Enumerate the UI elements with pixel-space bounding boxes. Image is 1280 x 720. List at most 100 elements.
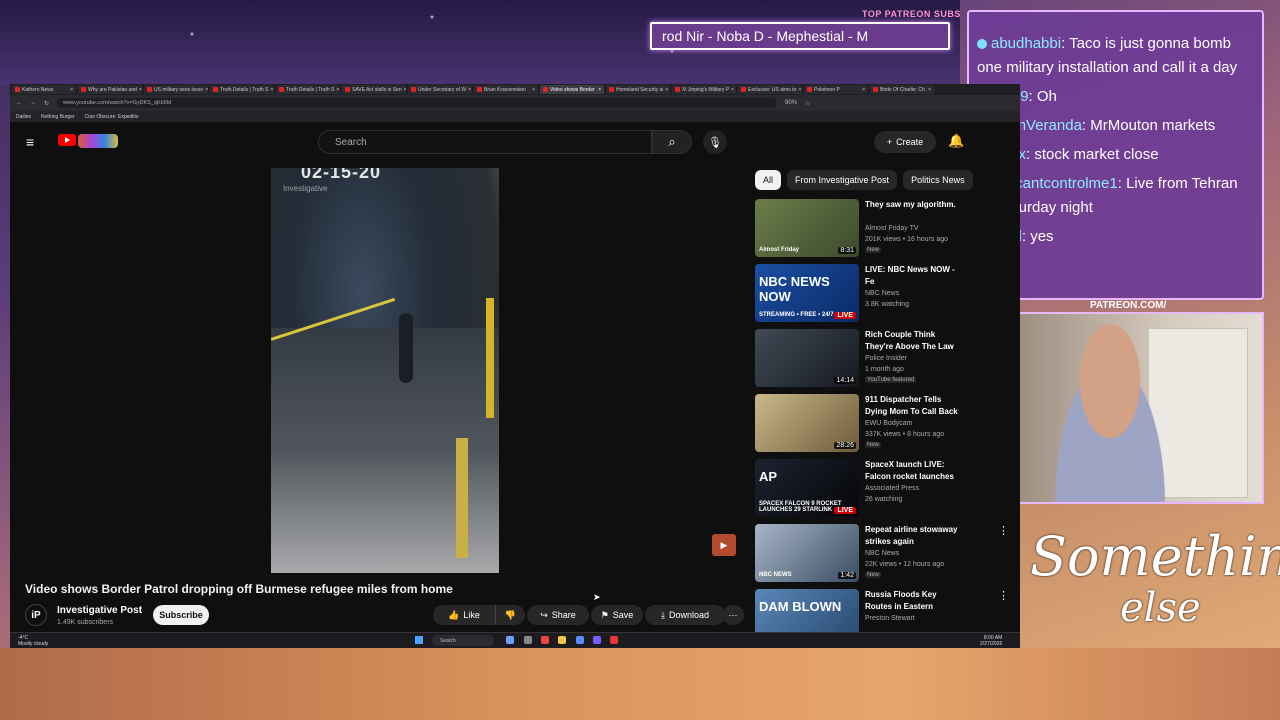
new-badge: YouTube featured bbox=[865, 377, 917, 383]
recommended-channel[interactable]: EWU Bodycam bbox=[865, 420, 912, 427]
url-field[interactable]: www.youtube.com/watch?v=GyDKS_qKb5M bbox=[57, 98, 778, 108]
close-icon[interactable]: × bbox=[731, 87, 734, 93]
recommended-title[interactable]: Rich Couple Think They're Above The Law bbox=[865, 329, 960, 353]
app-icon-2[interactable] bbox=[576, 636, 584, 644]
close-icon[interactable]: × bbox=[70, 87, 73, 93]
bookmark-item[interactable]: Ciao Obscure: Expeditio bbox=[85, 114, 139, 120]
video-thumbnail[interactable]: 14:14 bbox=[755, 329, 859, 387]
close-icon[interactable]: × bbox=[532, 87, 535, 93]
close-icon[interactable]: × bbox=[139, 87, 142, 93]
more-options-icon[interactable]: ⋮ bbox=[998, 589, 1009, 602]
video-thumbnail[interactable]: AP SPACEX FALCON 9 ROCKET LAUNCHES 29 STA… bbox=[755, 459, 859, 517]
start-icon[interactable] bbox=[415, 636, 423, 644]
recommended-channel[interactable]: Almost Friday TV bbox=[865, 225, 919, 232]
back-icon[interactable]: ← bbox=[16, 100, 22, 106]
forward-icon[interactable]: → bbox=[30, 100, 36, 106]
recommended-video[interactable]: 28:26 911 Dispatcher Tells Dying Mom To C… bbox=[755, 394, 960, 456]
zoom-level[interactable]: 90% bbox=[785, 100, 797, 106]
more-options-icon[interactable]: ⋮ bbox=[998, 524, 1009, 537]
app-icon-1[interactable] bbox=[524, 636, 532, 644]
close-icon[interactable]: × bbox=[468, 87, 471, 93]
recommended-title[interactable]: They saw my algorithm. bbox=[865, 199, 960, 211]
recommended-title[interactable]: 911 Dispatcher Tells Dying Mom To Call B… bbox=[865, 394, 960, 418]
close-icon[interactable]: × bbox=[404, 87, 406, 93]
recommended-title[interactable]: Repeat airline stowaway strikes again bbox=[865, 524, 960, 548]
recommended-video[interactable]: NBC NEWS 1:42 Repeat airline stowaway stri… bbox=[755, 524, 1009, 586]
share-button[interactable]: ↪ Share bbox=[527, 605, 589, 625]
browser-tab[interactable]: Xi Jinping's Military P × bbox=[672, 85, 736, 94]
weather-widget[interactable]: -4°C Mostly cloudy bbox=[18, 635, 48, 647]
search-input[interactable]: Search bbox=[318, 130, 652, 154]
taskbar-search[interactable]: Search bbox=[432, 635, 494, 646]
recommended-video[interactable]: NBC NEWS NOW STREAMING • FREE • 24/7 LIVE L… bbox=[755, 264, 960, 326]
recommended-video[interactable]: 14:14 Rich Couple Think They're Above The… bbox=[755, 329, 960, 391]
menu-icon[interactable]: ≡ bbox=[26, 135, 38, 149]
create-button[interactable]: + Create bbox=[874, 131, 936, 153]
browser-tab[interactable]: Bride Of Charlie: Ch × bbox=[870, 85, 934, 94]
close-icon[interactable]: × bbox=[665, 87, 668, 93]
youtube-doodle[interactable] bbox=[78, 134, 118, 148]
file-explorer-icon[interactable] bbox=[558, 636, 566, 644]
video-duration: 1:42 bbox=[838, 572, 856, 579]
task-view-icon[interactable] bbox=[506, 636, 514, 644]
browser-tab[interactable]: Exclusive: US aims to × bbox=[738, 85, 802, 94]
browser-tab[interactable]: Under Secretary of W × bbox=[408, 85, 472, 94]
reload-icon[interactable]: ↻ bbox=[44, 100, 49, 107]
bell-icon[interactable]: 🔔 bbox=[948, 133, 964, 149]
browser-tab[interactable]: Video shows Border × bbox=[540, 85, 604, 94]
bookmark-item[interactable]: Dailies bbox=[16, 114, 31, 120]
video-thumbnail[interactable]: NBC NEWS 1:42 bbox=[755, 524, 859, 582]
channel-name[interactable]: Investigative Post bbox=[57, 605, 142, 616]
like-button[interactable]: 👍 Like bbox=[433, 605, 495, 625]
browser-tab[interactable]: Kathern News × bbox=[12, 85, 76, 94]
search-icon[interactable]: ⌕ bbox=[652, 130, 692, 154]
filter-chip[interactable]: From Investigative Post bbox=[787, 170, 898, 190]
recommended-video[interactable]: AP SPACEX FALCON 9 ROCKET LAUNCHES 29 STA… bbox=[755, 459, 960, 521]
bookmark-item[interactable]: Nothing Burger bbox=[41, 114, 75, 120]
bookmark-star-icon[interactable]: ☆ bbox=[805, 100, 810, 107]
video-thumbnail[interactable]: Almost Friday 8:31 bbox=[755, 199, 859, 257]
video-thumbnail[interactable]: 28:26 bbox=[755, 394, 859, 452]
youtube-logo-icon[interactable] bbox=[58, 134, 76, 146]
recommended-title[interactable]: Russia Floods Key Routes in Eastern Ukra… bbox=[865, 589, 960, 613]
recommended-channel[interactable]: Associated Press bbox=[865, 485, 919, 492]
recommended-title[interactable]: LIVE: NBC News NOW - Fe bbox=[865, 264, 960, 288]
recommended-channel[interactable]: NBC News bbox=[865, 290, 899, 297]
dislike-button[interactable]: 👎 bbox=[495, 605, 525, 625]
close-icon[interactable]: × bbox=[336, 87, 339, 93]
system-clock[interactable]: 8:00 AM 2/27/2026 bbox=[980, 635, 1002, 647]
close-icon[interactable]: × bbox=[598, 87, 601, 93]
app-icon-3[interactable] bbox=[610, 636, 618, 644]
recommended-channel[interactable]: Police Insider bbox=[865, 355, 907, 362]
browser-tab[interactable]: Pokémon P × bbox=[804, 85, 868, 94]
channel-avatar[interactable]: iP bbox=[25, 604, 47, 626]
browser-tab[interactable]: Why are Pakistan and × bbox=[78, 85, 142, 94]
subscribe-watermark-icon[interactable]: ▶ bbox=[712, 534, 736, 556]
download-button[interactable]: ⤓ Download bbox=[645, 605, 725, 625]
filter-chip[interactable]: Politics News bbox=[903, 170, 973, 190]
recommended-channel[interactable]: NBC News bbox=[865, 550, 899, 557]
close-icon[interactable]: × bbox=[862, 87, 865, 93]
discord-icon[interactable] bbox=[593, 636, 601, 644]
browser-tab[interactable]: Brian Krassenstein × bbox=[474, 85, 538, 94]
close-icon[interactable]: × bbox=[928, 87, 931, 93]
subscribe-button[interactable]: Subscribe bbox=[153, 605, 209, 625]
browser-tab[interactable]: Truth Details | Truth S × bbox=[276, 85, 340, 94]
recommended-video[interactable]: Almost Friday 8:31 They saw my algorithm. A… bbox=[755, 199, 960, 261]
browser-tab[interactable]: Homeland Security si × bbox=[606, 85, 670, 94]
recommended-channel[interactable]: Preston Stewart bbox=[865, 615, 915, 622]
save-button[interactable]: ⚑ Save bbox=[591, 605, 643, 625]
close-icon[interactable]: × bbox=[270, 87, 273, 93]
recommended-title[interactable]: SpaceX launch LIVE: Falcon rocket launch… bbox=[865, 459, 960, 483]
close-icon[interactable]: × bbox=[205, 87, 208, 93]
video-thumbnail[interactable]: NBC NEWS NOW STREAMING • FREE • 24/7 LIVE bbox=[755, 264, 859, 322]
close-icon[interactable]: × bbox=[798, 87, 801, 93]
browser-tab[interactable]: US military sees lesso × bbox=[144, 85, 208, 94]
browser-tab[interactable]: SAVE Act stalls in Sen × bbox=[342, 85, 406, 94]
video-player[interactable]: 02-15-20 Investigative bbox=[271, 168, 499, 573]
browser-tab[interactable]: Truth Details | Truth S × bbox=[210, 85, 274, 94]
more-actions-icon[interactable]: ⋯ bbox=[722, 605, 744, 625]
filter-chip[interactable]: All bbox=[755, 170, 782, 190]
browser-taskbar-icon[interactable] bbox=[541, 636, 549, 644]
microphone-icon[interactable]: 🎙 bbox=[703, 130, 727, 154]
